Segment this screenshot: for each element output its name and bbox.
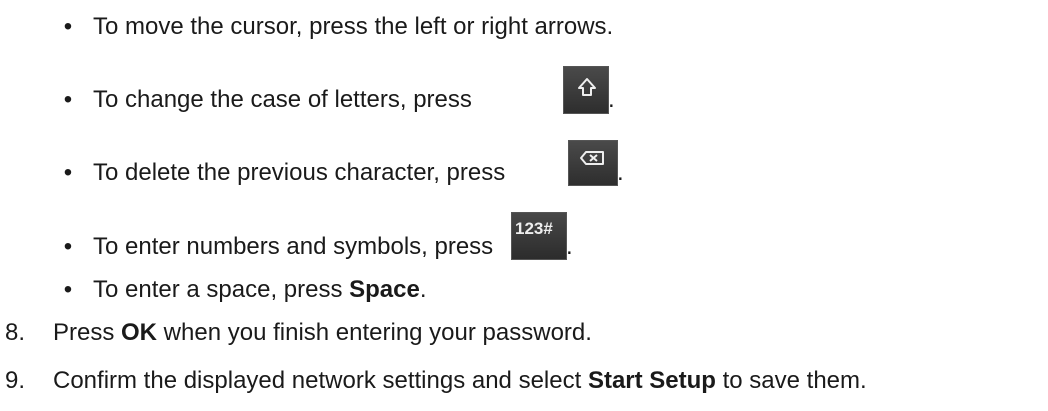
list-item-text: To enter a space, press bbox=[93, 276, 350, 303]
bullet-marker: • bbox=[63, 159, 73, 186]
key-label: 123# bbox=[515, 219, 553, 238]
list-item-text: To delete the previous character, press bbox=[93, 159, 506, 186]
bullet-marker: • bbox=[63, 233, 73, 260]
space-key-label: Space bbox=[349, 276, 420, 303]
punctuation: . bbox=[566, 233, 573, 260]
shift-key-icon bbox=[563, 66, 609, 114]
start-setup-label: Start Setup bbox=[587, 367, 716, 394]
punctuation: . bbox=[617, 159, 624, 186]
step-text: Press bbox=[53, 319, 122, 346]
punctuation: . bbox=[608, 86, 615, 113]
step-number: 8. bbox=[5, 319, 26, 346]
list-item-text: To change the case of letters, press bbox=[93, 86, 472, 113]
numbers-symbols-key-icon: 123# bbox=[511, 212, 567, 260]
step-number: 9. bbox=[5, 367, 26, 394]
punctuation: . bbox=[419, 276, 427, 303]
instructions-document: • To move the cursor, press the left or … bbox=[0, 0, 1048, 411]
bullet-marker: • bbox=[63, 13, 73, 40]
list-item-text: To move the cursor, press the left or ri… bbox=[93, 13, 614, 40]
backspace-key-icon bbox=[568, 140, 618, 186]
step-text: when you finish entering your password. bbox=[157, 319, 592, 346]
ok-button-label: OK bbox=[121, 319, 158, 346]
list-item-text: To enter numbers and symbols, press bbox=[93, 233, 494, 260]
bullet-marker: • bbox=[63, 276, 73, 303]
step-text: Confirm the displayed network settings a… bbox=[53, 367, 588, 394]
bullet-marker: • bbox=[63, 86, 73, 113]
step-text: to save them. bbox=[715, 367, 867, 394]
